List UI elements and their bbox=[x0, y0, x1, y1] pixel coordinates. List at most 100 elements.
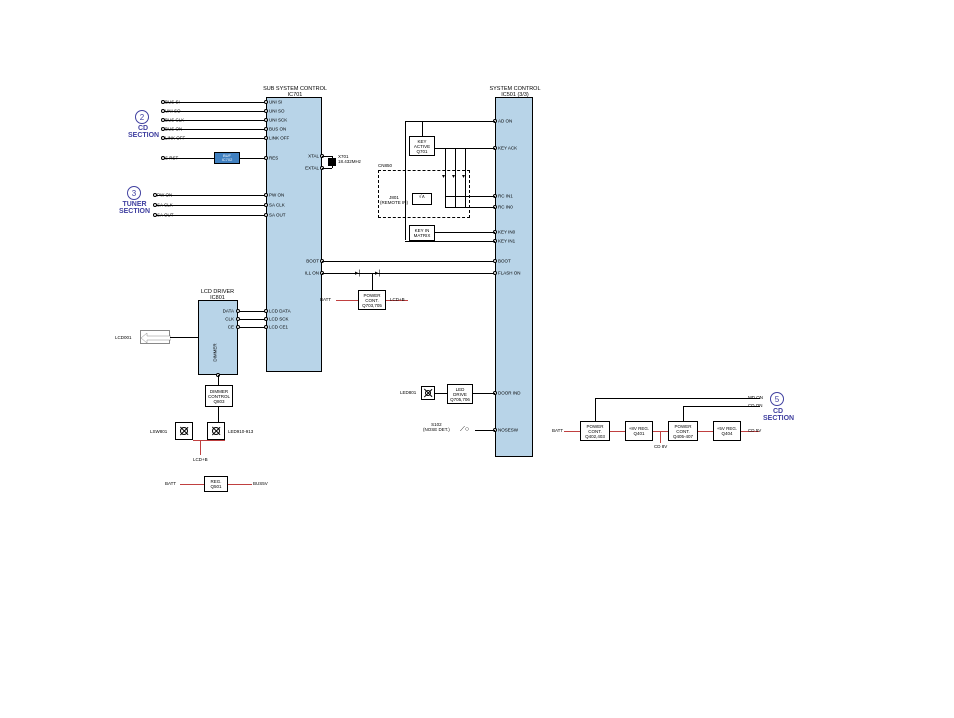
wire bbox=[445, 207, 495, 208]
pin-label: NOSESW bbox=[498, 428, 518, 433]
wire bbox=[465, 148, 466, 208]
pin bbox=[264, 156, 268, 160]
pin-label: PW ON bbox=[269, 193, 284, 198]
pin-label: SA CLK bbox=[157, 203, 173, 208]
dimmer-label: DIMMER bbox=[213, 343, 218, 361]
pin-label: KEY ACK bbox=[498, 146, 517, 151]
red-wire bbox=[610, 431, 625, 432]
pin bbox=[264, 325, 268, 329]
led801-label: LED801 bbox=[400, 390, 416, 395]
lcdb-label: LCD+B bbox=[390, 297, 405, 302]
wire bbox=[435, 232, 495, 233]
cdon-label: CD ON bbox=[748, 403, 763, 408]
dimmer-control-block: DIMMERCONTROLQ803 bbox=[205, 385, 233, 407]
pin-label: LINK OFF bbox=[165, 136, 185, 141]
wire bbox=[445, 196, 495, 197]
wire bbox=[473, 393, 495, 394]
pin-label: BOOT bbox=[306, 259, 319, 264]
pin-label: UNI SCK bbox=[269, 118, 287, 123]
pin-label: DOOR IND bbox=[498, 391, 521, 396]
red-wire bbox=[200, 440, 201, 455]
pin-label: UNI SO bbox=[165, 109, 181, 114]
xtal-label: X70118.432MHz bbox=[338, 154, 361, 164]
buf-block: BUFIC702 bbox=[214, 152, 240, 164]
pin bbox=[264, 127, 268, 131]
pin bbox=[264, 100, 268, 104]
pin-label: LCD DATA bbox=[269, 309, 291, 314]
wire bbox=[372, 273, 373, 290]
pin-label: BOOT bbox=[498, 259, 511, 264]
red-wire bbox=[228, 484, 252, 485]
wire bbox=[170, 337, 198, 338]
wire bbox=[240, 158, 266, 159]
pin bbox=[236, 317, 240, 321]
red-wire bbox=[564, 431, 580, 432]
sub-system-title: SUB SYSTEM CONTROLIC701 bbox=[250, 86, 340, 98]
pin-label: UNI SI bbox=[269, 100, 282, 105]
wire bbox=[475, 430, 495, 431]
pin-label: DATA bbox=[223, 309, 234, 314]
lcd-arrow bbox=[140, 330, 170, 344]
pin-label: CE bbox=[228, 325, 234, 330]
pin bbox=[493, 271, 497, 275]
wire bbox=[238, 327, 266, 328]
pin-label: BUS ON bbox=[165, 127, 182, 132]
remote-waveform-icon: √∧ bbox=[412, 193, 432, 205]
wire bbox=[405, 241, 495, 242]
bus5v-label: BUS5V bbox=[253, 481, 268, 486]
diode-icon: ▸| bbox=[375, 269, 380, 277]
pin bbox=[264, 193, 268, 197]
pin-label: EXTAL bbox=[305, 166, 319, 171]
mdon-label: MD ON bbox=[748, 395, 763, 400]
pin bbox=[493, 259, 497, 263]
system-control-block bbox=[495, 97, 533, 457]
lcdb-label: LCD+B bbox=[193, 457, 208, 462]
pin-label: LCD CE1 bbox=[269, 325, 288, 330]
pin bbox=[264, 309, 268, 313]
wire bbox=[322, 273, 495, 274]
pin-label: AD ON bbox=[498, 119, 512, 124]
pin-label: S RST bbox=[165, 156, 178, 161]
red-wire bbox=[698, 431, 713, 432]
pin-label: RES bbox=[269, 156, 278, 161]
pin-label: RC IN0 bbox=[498, 205, 513, 210]
pin-label: BUS SI bbox=[165, 100, 180, 105]
j801-label: J801(REMOTE IN) bbox=[380, 195, 408, 205]
pin-label: BUS CLK bbox=[165, 118, 184, 123]
batt-label: BATT bbox=[552, 428, 563, 433]
led910-label: LED910-913 bbox=[228, 429, 253, 434]
pin-label: KEY IN0 bbox=[498, 230, 515, 235]
pin-label: SA OUT bbox=[269, 213, 286, 218]
wire bbox=[422, 121, 423, 136]
cn850-label: CN850 bbox=[378, 163, 392, 168]
wire bbox=[238, 319, 266, 320]
lamp-icon bbox=[421, 386, 435, 400]
wire bbox=[218, 407, 219, 422]
crystal-icon bbox=[328, 158, 336, 166]
switch-icon: ⟋○ bbox=[460, 426, 469, 434]
s102-label: S102(NOSE DET.) bbox=[423, 422, 450, 432]
pin-label: RC IN1 bbox=[498, 194, 513, 199]
section-3-circle: 3 bbox=[127, 186, 141, 200]
reg-block: REG.Q501 bbox=[204, 476, 228, 492]
wire bbox=[218, 375, 219, 385]
reg-5v-block: +5V REG.Q404 bbox=[713, 421, 741, 441]
section-2-circle: 2 bbox=[135, 110, 149, 124]
lcd001-label: LCD001 bbox=[115, 335, 132, 340]
key-active-block: KEYACTIVEQ701 bbox=[409, 136, 435, 156]
red-wire bbox=[180, 484, 204, 485]
red-wire bbox=[193, 440, 225, 441]
pin-label: PW ON bbox=[157, 193, 172, 198]
pin-label: ILL ON bbox=[305, 271, 319, 276]
pin-label: UNI SO bbox=[269, 109, 285, 114]
batt-label: BATT bbox=[320, 297, 331, 302]
pin bbox=[264, 213, 268, 217]
pin-label: LINK OFF bbox=[269, 136, 289, 141]
section-5-circle: 5 bbox=[770, 392, 784, 406]
pin bbox=[264, 118, 268, 122]
pin bbox=[236, 325, 240, 329]
wire bbox=[455, 148, 456, 208]
section-2-label: CDSECTION bbox=[128, 125, 158, 139]
wire bbox=[683, 406, 684, 421]
system-control-title: SYSTEM CONTROLIC501 (3/3) bbox=[480, 86, 550, 98]
